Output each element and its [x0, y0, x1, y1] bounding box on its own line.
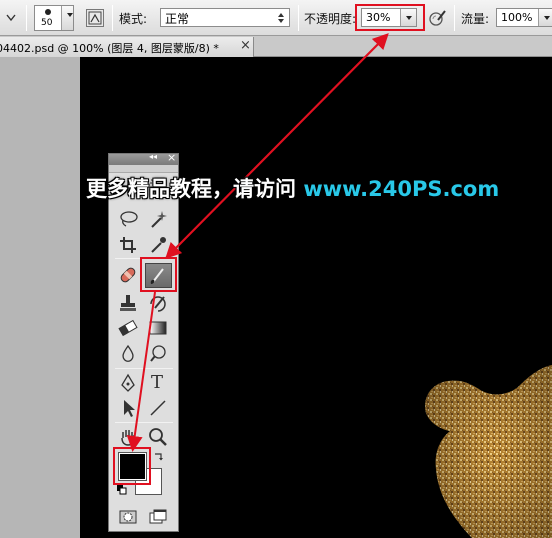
lasso-tool-icon[interactable]: [117, 208, 139, 230]
clone-stamp-tool-icon[interactable]: [117, 292, 139, 314]
tools-separator: [115, 368, 173, 369]
watermark-chinese-text: 更多精品教程，请访问: [86, 177, 296, 201]
type-tool-glyph: T: [151, 372, 164, 393]
opacity-label: 不透明度:: [304, 12, 357, 26]
type-tool-icon[interactable]: T: [147, 372, 169, 394]
tools-separator: [115, 422, 173, 423]
mode-label: 模式:: [119, 12, 148, 26]
screen-mode-icon[interactable]: [147, 506, 169, 528]
brush-size-value: 50: [41, 18, 53, 28]
zoom-tool-icon[interactable]: [147, 426, 169, 448]
healing-brush-tool-icon[interactable]: [117, 264, 139, 286]
separator: [112, 5, 113, 31]
document-tab-close-icon[interactable]: ×: [240, 38, 251, 53]
brush-tip-icon: [45, 9, 51, 15]
watermark-url-text: www.240PS.com: [303, 177, 500, 201]
brush-tool-highlight-box: [140, 257, 177, 292]
line-tool-icon[interactable]: [147, 397, 169, 419]
gold-glitter-shape: [425, 365, 552, 538]
separator: [454, 5, 455, 31]
pen-tool-icon[interactable]: [117, 372, 139, 394]
tools-panel: ◂◂ × T: [108, 151, 179, 532]
flow-value[interactable]: 100%: [501, 11, 532, 24]
watermark-banner: 更多精品教程，请访问 www.240PS.com: [86, 173, 499, 203]
quick-mask-icon[interactable]: [117, 506, 139, 528]
mode-select-arrows-icon: [277, 12, 285, 24]
tools-panel-grip[interactable]: [109, 165, 178, 173]
brush-preset-picker[interactable]: 50: [34, 5, 74, 31]
mode-select[interactable]: 正常: [160, 8, 290, 27]
blur-tool-icon[interactable]: [117, 343, 139, 365]
foreground-color-highlight-box: [113, 447, 151, 485]
path-selection-tool-icon[interactable]: [117, 397, 139, 419]
separator: [298, 5, 299, 31]
eyedropper-tool-icon[interactable]: [147, 234, 169, 256]
document-tab[interactable]: 04402.psd @ 100% (图层 4, 图层蒙版/8) * ×: [0, 37, 254, 57]
flow-field[interactable]: 100%: [496, 8, 552, 27]
hand-tool-icon[interactable]: [117, 426, 139, 448]
swap-colors-icon[interactable]: [153, 452, 163, 462]
brush-panel-toggle-icon[interactable]: [86, 9, 104, 27]
tools-panel-header[interactable]: ◂◂ ×: [109, 151, 178, 165]
opacity-highlight-box: [355, 4, 425, 31]
eraser-tool-icon[interactable]: [117, 317, 139, 339]
crop-tool-icon[interactable]: [117, 234, 139, 256]
history-brush-tool-icon[interactable]: [147, 292, 169, 314]
options-bar: 50 模式: 正常 不透明度: 30% 流量: 100%: [0, 0, 552, 36]
tool-preset-dropdown-icon[interactable]: [6, 12, 16, 22]
brush-preset-dropdown-button[interactable]: [61, 6, 73, 30]
separator: [26, 5, 27, 31]
dodge-tool-icon[interactable]: [147, 343, 169, 365]
flow-dropdown-button[interactable]: [538, 9, 552, 26]
document-tab-bar: 04402.psd @ 100% (图层 4, 图层蒙版/8) * ×: [0, 36, 552, 57]
mode-select-value: 正常: [165, 12, 190, 26]
flow-label: 流量:: [461, 12, 490, 26]
close-panel-icon[interactable]: ×: [167, 151, 176, 164]
gradient-tool-icon[interactable]: [147, 317, 169, 339]
default-colors-icon[interactable]: [117, 485, 127, 495]
magic-wand-tool-icon[interactable]: [147, 208, 169, 230]
collapse-panel-icon[interactable]: ◂◂: [149, 152, 157, 161]
tablet-pressure-opacity-icon[interactable]: [428, 8, 448, 28]
document-tab-title: 04402.psd @ 100% (图层 4, 图层蒙版/8) *: [0, 42, 219, 55]
